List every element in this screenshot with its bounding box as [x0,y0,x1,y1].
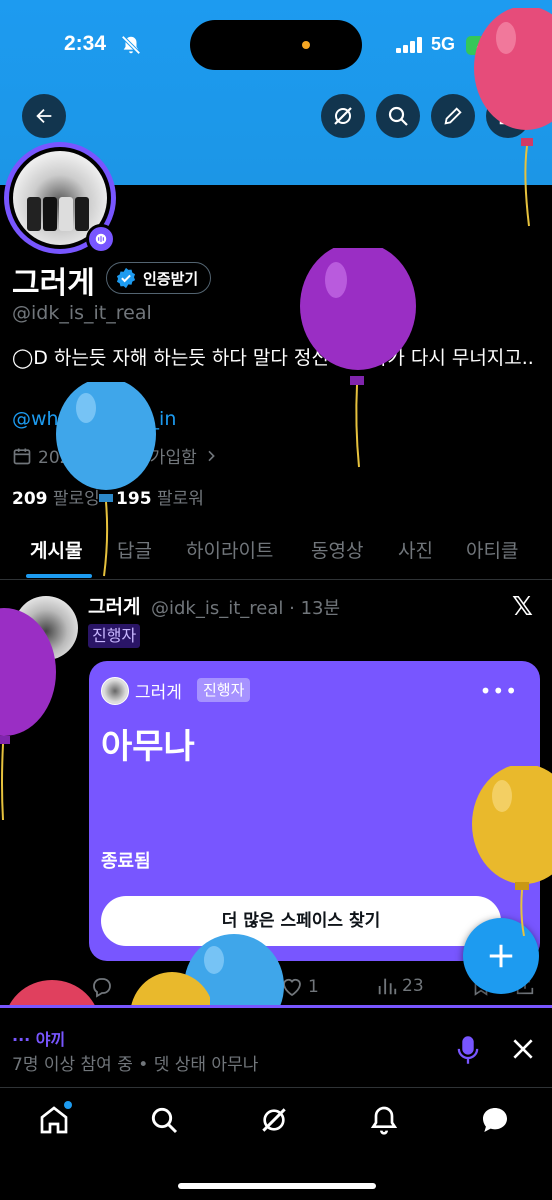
views-count: 23 [402,976,424,996]
tab-photos[interactable]: 사진 [398,536,433,563]
microphone-icon[interactable] [454,1034,482,1066]
space-host-avatar [101,677,129,705]
network-type: 5G [431,34,456,54]
search-button[interactable] [376,94,420,138]
nav-home[interactable] [38,1101,72,1140]
edit-button[interactable] [431,94,475,138]
space-status: 종료됨 [101,851,151,872]
balloon-purple-icon [300,248,416,468]
tab-videos[interactable]: 동영상 [311,536,363,563]
host-tag: 진행자 [88,624,141,648]
views-button[interactable]: 23 [376,975,424,997]
tab-highlights[interactable]: 하이라이트 [186,536,273,563]
post-meta: @idk_is_it_real · 13분 [151,598,341,619]
space-title: 아무나 [101,727,195,767]
grok-icon [334,107,352,125]
pencil-icon [444,107,462,125]
spaces-icon [95,233,107,245]
get-verified-button[interactable]: 인증받기 [106,262,212,294]
close-icon[interactable] [510,1036,536,1062]
x-logo-icon: 𝕏 [512,592,533,622]
dock-space-title: ··· 야끼 [12,1030,66,1049]
views-chart-icon [378,978,397,995]
spaces-live-badge[interactable] [86,224,116,254]
dynamic-island [190,20,362,70]
calendar-icon [13,448,31,464]
like-count: 1 [308,977,319,997]
chat-bubble-icon [483,1108,507,1132]
balloon-blue-icon [56,382,156,577]
dock-space-subtitle: 7명 이상 참여 중 • 뎃 상태 아무나 [12,1055,259,1075]
search-icon [151,1107,178,1134]
cellular-signal-icon [396,37,424,57]
post-author-name[interactable]: 그러게 [88,592,140,619]
bell-icon [370,1106,398,1135]
balloon-red-bottom-icon [8,980,96,1006]
nav-notifications[interactable] [368,1104,400,1140]
space-host-name: 그러게 [135,683,182,703]
privacy-indicator [302,41,310,49]
more-options-icon[interactable]: ••• [480,679,518,703]
find-more-spaces-button[interactable]: 더 많은 스페이스 찾기 [101,896,501,946]
unread-dot [64,1101,72,1109]
search-icon [388,106,408,126]
grok-icon [262,1108,286,1132]
grok-button[interactable] [321,94,365,138]
bottom-navigation [0,1087,552,1200]
space-host-tag: 진행자 [197,678,251,702]
plus-icon [489,944,513,968]
chevron-right-icon [208,450,215,461]
profile-handle: @idk_is_it_real [12,302,152,324]
bell-muted-icon [120,34,142,60]
balloon-pink-icon [474,8,552,227]
balloon-yellow-icon [472,766,552,936]
arrow-left-icon [36,108,52,124]
balloon-yellow-bottom-icon [131,972,210,1006]
back-button[interactable] [22,94,66,138]
nav-search[interactable] [148,1104,180,1140]
spaces-dock[interactable]: ··· 야끼 7명 이상 참여 중 • 뎃 상태 아무나 [0,1005,552,1087]
following-count: 209 [12,489,48,509]
home-indicator [178,1183,376,1189]
home-icon [40,1106,68,1134]
profile-bio: ◯D 하는듯 자해 하는듯 하다 말다 정신 차리다가 다시 무너지고.. [12,347,534,369]
profile-name: 그러게 [12,266,95,301]
get-verified-label: 인증받기 [143,269,199,288]
nav-grok[interactable] [258,1104,290,1140]
verified-badge-icon [116,267,136,289]
followers-label: 팔로워 [156,489,204,509]
balloon-purple-small-icon [0,608,56,821]
status-time: 2:34 [64,32,107,55]
nav-messages[interactable] [478,1104,512,1140]
tab-articles[interactable]: 아티클 [466,536,518,563]
